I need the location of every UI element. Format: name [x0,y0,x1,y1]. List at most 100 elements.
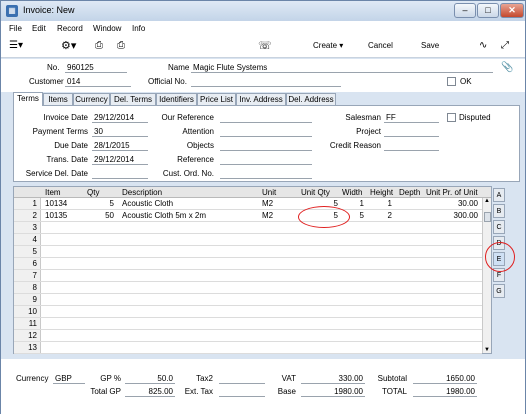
col-unit-qty[interactable]: Unit Qty [301,188,330,197]
name-field[interactable]: Magic Flute Systems [191,63,493,73]
activity-icon[interactable]: ∿ [479,40,487,51]
col-height[interactable]: Height [370,188,393,197]
table-row[interactable]: 8 [14,282,482,294]
save-button[interactable]: Save [421,41,439,50]
table-row[interactable]: 11 [14,318,482,330]
due-date-field[interactable]: 28/1/2015 [92,141,148,151]
side-tab-a[interactable]: A [493,188,505,202]
cell-desc[interactable]: Acoustic Cloth [122,199,257,208]
menu-file[interactable]: File [9,24,22,33]
table-row[interactable]: 4 [14,234,482,246]
invoice-date-field[interactable]: 29/12/2014 [92,113,148,123]
tab-identifiers[interactable]: Identifiers [156,93,197,105]
payment-terms-field[interactable]: 30 [92,127,148,137]
row-number[interactable]: 3 [14,222,41,233]
cell-price[interactable]: 300.00 [426,211,478,220]
grid-scrollbar[interactable]: ▲ ▼ [482,198,491,353]
print-preview-icon[interactable]: ⎙ [117,40,125,51]
row-number[interactable]: 5 [14,246,41,257]
tab-items[interactable]: Items [43,93,73,105]
cell-desc[interactable]: Acoustic Cloth 5m x 2m [122,211,257,220]
col-depth[interactable]: Depth [399,188,420,197]
row-number[interactable]: 2 [14,210,41,221]
cust-ord-no-field[interactable] [220,169,312,179]
col-qty[interactable]: Qty [87,188,99,197]
row-number[interactable]: 11 [14,318,41,329]
ok-checkbox[interactable] [447,77,456,86]
create-button[interactable]: Create ▾ [313,41,343,50]
ext-tax-field[interactable] [219,387,265,397]
row-number[interactable]: 9 [14,294,41,305]
tab-price-list[interactable]: Price List [197,93,236,105]
row-number[interactable]: 12 [14,330,41,341]
scrollbar-thumb[interactable] [484,212,491,222]
tab-terms[interactable]: Terms [13,92,43,106]
no-field[interactable]: 960125 [65,63,127,73]
table-row[interactable]: 12 [14,330,482,342]
title-bar[interactable]: ▦ Invoice: New – □ ✕ [1,1,525,21]
col-width[interactable]: Width [342,188,362,197]
menu-record[interactable]: Record [57,24,83,33]
cancel-button[interactable]: Cancel [368,41,393,50]
official-no-field[interactable] [191,77,341,87]
side-tab-b[interactable]: B [493,204,505,218]
table-row[interactable]: 7 [14,270,482,282]
tab-del-address[interactable]: Del. Address [286,93,336,105]
attention-field[interactable] [220,127,312,137]
row-number[interactable]: 10 [14,306,41,317]
row-number[interactable]: 8 [14,282,41,293]
print-icon[interactable]: ⎙ [95,40,103,51]
menu-window[interactable]: Window [93,24,121,33]
minimize-button[interactable]: – [454,3,476,18]
table-row[interactable]: 2 10135 50 Acoustic Cloth 5m x 2m M2 5 5 2 300.0… [14,210,482,222]
our-reference-field[interactable] [220,113,312,123]
tab-del-terms[interactable]: Del. Terms [110,93,156,105]
cell-item[interactable]: 10134 [45,199,85,208]
table-row[interactable]: 5 [14,246,482,258]
tab-currency[interactable]: Currency [73,93,110,105]
gear-icon[interactable]: ⚙▾ [61,39,76,52]
row-number[interactable]: 4 [14,234,41,245]
row-number[interactable]: 7 [14,270,41,281]
scroll-down-icon[interactable]: ▼ [484,347,490,353]
cell-unit[interactable]: M2 [262,199,292,208]
cell-qty[interactable]: 5 [84,199,114,208]
project-field[interactable] [384,127,439,137]
tax2-field[interactable] [219,374,265,384]
tab-inv-address[interactable]: Inv. Address [236,93,286,105]
menu-icon[interactable]: ☰▾ [9,40,23,51]
cell-width[interactable]: 1 [344,199,364,208]
service-del-date-field[interactable] [92,169,148,179]
disputed-checkbox[interactable] [447,113,456,122]
row-number[interactable]: 13 [14,342,41,353]
table-row[interactable]: 3 [14,222,482,234]
phone-icon[interactable]: ☏ [258,39,272,52]
cell-unit[interactable]: M2 [262,211,292,220]
salesman-field[interactable]: FF [384,113,439,123]
col-description[interactable]: Description [122,188,162,197]
side-tab-c[interactable]: C [493,220,505,234]
table-row[interactable]: 1 10134 5 Acoustic Cloth M2 5 1 1 30.00 [14,198,482,210]
table-row[interactable]: 10 [14,306,482,318]
side-tab-g[interactable]: G [493,284,505,298]
cell-item[interactable]: 10135 [45,211,85,220]
trans-date-field[interactable]: 29/12/2014 [92,155,148,165]
table-row[interactable]: 9 [14,294,482,306]
maximize-button[interactable]: □ [477,3,499,18]
col-unit-price[interactable]: Unit Pr. of Unit [426,188,478,197]
cell-price[interactable]: 30.00 [426,199,478,208]
row-number[interactable]: 6 [14,258,41,269]
scroll-up-icon[interactable]: ▲ [484,198,490,204]
table-row[interactable]: 6 [14,258,482,270]
objects-field[interactable] [220,141,312,151]
close-button[interactable]: ✕ [500,3,524,18]
col-item[interactable]: Item [45,188,61,197]
cell-height[interactable]: 1 [370,199,392,208]
currency-field[interactable]: GBP [53,374,85,384]
expand-icon[interactable]: ⤢ [501,40,509,51]
cell-qty[interactable]: 50 [84,211,114,220]
customer-field[interactable]: 014 [65,77,131,87]
row-number[interactable]: 1 [14,198,41,209]
cell-height[interactable]: 2 [370,211,392,220]
credit-reason-field[interactable] [384,141,439,151]
